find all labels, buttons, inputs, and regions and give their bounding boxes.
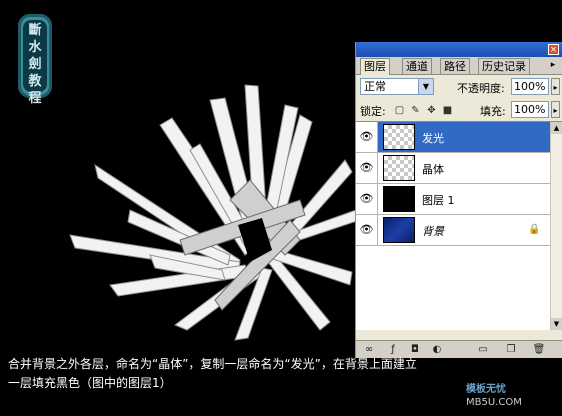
layer-name: 背景 [422,225,444,238]
layer-thumbnail [383,124,415,150]
layer-thumbnail [383,155,415,181]
opacity-stepper-icon[interactable]: ▸ [551,78,560,95]
seal-char: 斷 [28,23,42,38]
layer-thumbnail [383,217,415,243]
layer-name: 图层 1 [422,194,455,207]
layer-list: 👁 发光 👁 晶体 👁 图层 1 👁 背景 🔒 ▲ ▼ [356,122,562,330]
layer-row-glow[interactable]: 👁 发光 [356,122,551,153]
blend-mode-value: 正常 [364,80,386,93]
tab-history[interactable]: 历史记录 [478,58,530,74]
eye-icon[interactable]: 👁 [356,153,378,183]
lock-move-icon[interactable]: ✥ [426,105,437,116]
panel-menu-icon[interactable]: ▸ [547,60,559,71]
lock-brush-icon[interactable]: ✎ [410,105,421,116]
layer-row-layer1[interactable]: 👁 图层 1 [356,184,551,215]
layer-name: 晶体 [422,163,444,176]
opacity-field[interactable]: 100% [511,78,549,95]
panel-titlebar[interactable]: × [356,42,562,57]
eye-icon[interactable]: 👁 [356,122,378,152]
close-icon[interactable]: × [548,44,559,55]
opacity-label: 不透明度: [457,82,505,95]
layer-row-crystal[interactable]: 👁 晶体 [356,153,551,184]
lock-transparency-icon[interactable]: ▢ [394,105,405,116]
lock-icon: 🔒 [528,224,541,235]
tab-layers[interactable]: 图层 [360,58,390,75]
blend-mode-select[interactable]: 正常 ▼ [360,78,434,95]
seal-char: 教 [28,74,42,89]
eye-icon[interactable]: 👁 [356,215,378,245]
lock-label: 锁定: [360,105,386,118]
tab-paths[interactable]: 路径 [440,58,470,74]
fill-field[interactable]: 100% [511,101,549,118]
panel-tabs: 图层 通道 路径 历史记录 ▸ [356,57,562,75]
seal-text: 斷 水 劍 教 程 [18,22,52,107]
scroll-down-icon[interactable]: ▼ [551,318,562,330]
chevron-down-icon[interactable]: ▼ [418,79,433,94]
layer-thumbnail [383,186,415,212]
scroll-up-icon[interactable]: ▲ [551,122,562,134]
layer-row-background[interactable]: 👁 背景 🔒 [356,215,551,246]
tab-channels[interactable]: 通道 [402,58,432,74]
layer-scrollbar[interactable]: ▲ ▼ [550,122,562,330]
layer-name: 发光 [422,132,444,145]
watermark-url: MB5U.COM [466,397,522,408]
layers-panel: × 图层 通道 路径 历史记录 ▸ 正常 ▼ 不透明度: 100% ▸ 锁定: … [355,42,562,358]
fill-label: 填充: [480,105,506,118]
seal-char: 程 [28,91,42,106]
tutorial-seal-logo: 斷 水 劍 教 程 [18,14,52,106]
eye-icon[interactable]: 👁 [356,184,378,214]
seal-char: 水 [28,40,42,55]
site-watermark: 模板无忧 MB5U.COM [466,383,522,409]
fill-stepper-icon[interactable]: ▸ [551,101,560,118]
seal-char: 劍 [28,57,42,72]
lock-all-icon[interactable]: ■ [442,105,453,116]
watermark-title: 模板无忧 [466,384,506,395]
